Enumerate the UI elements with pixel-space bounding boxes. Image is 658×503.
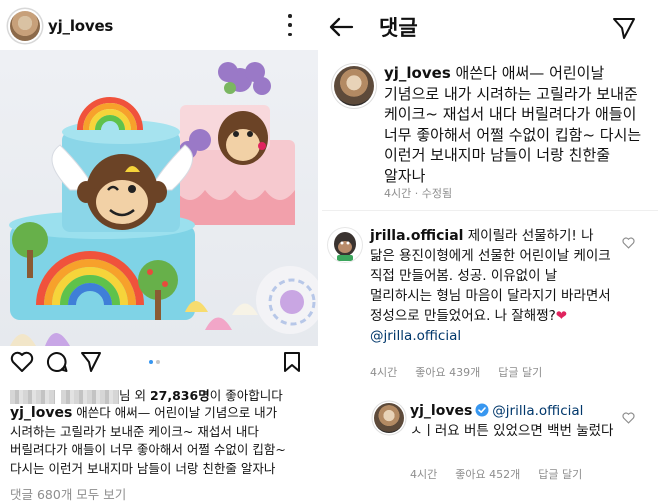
like-comment-heart-icon[interactable] <box>622 237 635 249</box>
heart-emoji: ❤ <box>555 308 568 324</box>
avatar[interactable] <box>10 11 40 41</box>
comment-text: ㅅㅣ러요 버튼 있었으면 백번 눌렀다 <box>410 423 614 439</box>
comments-header: 댓글 <box>322 0 658 55</box>
comment: jrilla.official 제이릴라 선물하기! 나 닮은 용진이형에게 선… <box>370 226 620 346</box>
verified-badge-icon <box>475 403 489 417</box>
view-all-comments-link[interactable]: 댓글 680개 모두 보기 <box>10 484 126 503</box>
likes-count: 27,836명 <box>149 388 210 403</box>
post-header: yj_loves <box>0 0 318 52</box>
heart-icon[interactable] <box>10 351 34 373</box>
avatar[interactable] <box>334 66 374 106</box>
caption-username[interactable]: yj_loves <box>10 405 72 421</box>
bookmark-icon[interactable] <box>283 351 301 373</box>
comment-likes[interactable]: 좋아요 439개 <box>415 366 480 379</box>
comment-meta: 4시간 좋아요 439개 답글 달기 <box>370 364 560 380</box>
comment-time: 4시간 <box>410 468 438 481</box>
comment-time: 4시간 <box>370 366 398 379</box>
comment-username[interactable]: yj_loves <box>410 403 472 419</box>
mention-link[interactable]: @jrilla.official <box>492 403 583 419</box>
blurred-username <box>61 389 119 404</box>
carousel-dot-active <box>149 360 153 364</box>
like-comment-heart-icon[interactable] <box>622 412 635 424</box>
back-arrow-icon[interactable] <box>328 16 354 38</box>
likes-suffix: 님 외 <box>119 388 146 403</box>
carousel-dots <box>149 360 160 364</box>
gorilla-avatar-icon <box>334 232 356 261</box>
comment-username[interactable]: jrilla.official <box>370 228 463 244</box>
post-panel: yj_loves 님 외 27,836명이 좋아합니다 yj_loves 애쓴다… <box>0 0 318 503</box>
post-actions <box>0 348 318 380</box>
likes-text: 이 좋아합니다 <box>209 388 283 403</box>
page-title: 댓글 <box>379 16 418 40</box>
comment-username[interactable]: yj_loves <box>384 64 451 82</box>
more-icon[interactable] <box>286 14 294 36</box>
comment-icon[interactable] <box>46 351 68 373</box>
reply-comment: yj_loves @jrilla.official ㅅㅣ러요 버튼 있었으면 백… <box>410 401 635 441</box>
reply-button[interactable]: 답글 달기 <box>538 468 582 481</box>
post-caption: yj_loves 애쓴다 애써— 어린이날 기념으로 내가 시려하는 고릴라가 … <box>10 404 312 478</box>
avatar[interactable] <box>328 228 362 262</box>
divider <box>322 210 658 211</box>
avatar[interactable] <box>374 403 404 433</box>
send-icon[interactable] <box>612 16 636 40</box>
comment-meta: 4시간 · 수정됨 <box>384 187 453 200</box>
comment-meta: 4시간 좋아요 452개 답글 달기 <box>410 466 600 482</box>
post-image[interactable] <box>0 50 318 346</box>
carousel-dot <box>156 360 160 364</box>
caption-comment: yj_loves 애쓴다 애써— 어린이날 기념으로 내가 시려하는 고릴라가 … <box>384 63 650 186</box>
mention-link[interactable]: @jrilla.official <box>370 328 461 344</box>
blurred-username <box>10 389 55 404</box>
send-icon[interactable] <box>80 351 102 373</box>
likes-summary[interactable]: 님 외 27,836명이 좋아합니다 <box>10 385 283 404</box>
reply-button[interactable]: 답글 달기 <box>498 366 542 379</box>
post-username[interactable]: yj_loves <box>48 17 113 35</box>
comments-panel: 댓글 yj_loves 애쓴다 애써— 어린이날 기념으로 내가 시려하는 고릴… <box>322 0 658 503</box>
comment-likes[interactable]: 좋아요 452개 <box>455 468 520 481</box>
cake-photo <box>9 62 318 346</box>
comment-text: 애쓴다 애써— 어린이날 기념으로 내가 시려하는 고릴라가 보내준 케이크~ … <box>384 64 642 185</box>
